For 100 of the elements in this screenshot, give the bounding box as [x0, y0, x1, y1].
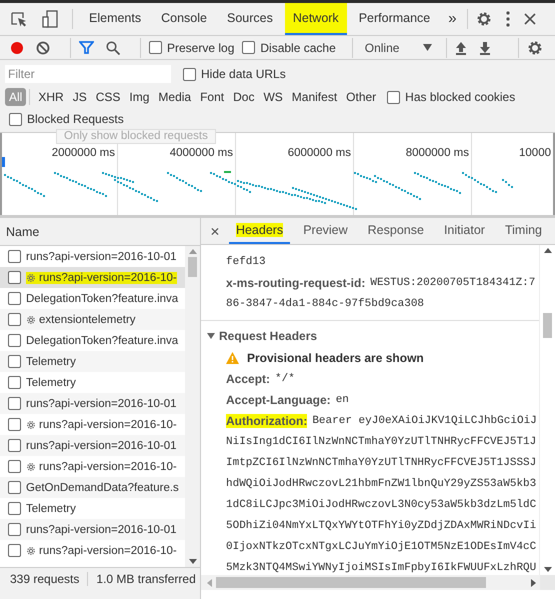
checkbox[interactable]: [149, 41, 162, 54]
request-name: runs?api-version=2016-10-: [39, 418, 177, 430]
detail-tab[interactable]: Response: [360, 218, 431, 244]
panel-tab[interactable]: Sources: [218, 3, 281, 35]
checkbox[interactable]: [387, 90, 400, 104]
gear-icon: [26, 420, 36, 430]
header-value: */*: [275, 372, 295, 384]
request-name: runs?api-version=2016-10-01: [26, 524, 177, 536]
detail-tab[interactable]: Headers: [228, 218, 290, 244]
device-icon[interactable]: [42, 10, 58, 28]
type-filter-button[interactable]: Img: [125, 88, 154, 106]
header-value: hdWQiOiJodHRwczovL21hbmFnZW1lbnQuY29yZS53aW5kb3: [226, 478, 536, 490]
request-name: runs?api-version=2016-10-: [39, 272, 177, 284]
clear-icon[interactable]: [36, 40, 50, 54]
filter-icon[interactable]: [79, 41, 94, 54]
request-row[interactable]: extensiontelemetry: [0, 309, 185, 330]
inspect-icon[interactable]: [10, 11, 28, 27]
header-value: ImtpZCI6IlNzWnNCTmhaY0YzUTlTNHRycFFCVEJ5T1JSSSJ: [226, 456, 536, 468]
close-icon[interactable]: [524, 13, 536, 25]
request-row[interactable]: runs?api-version=2016-10-: [0, 267, 185, 288]
upload-icon[interactable]: [455, 40, 468, 54]
scrollbar[interactable]: [539, 245, 555, 575]
header-name: Authorization:: [226, 414, 308, 428]
close-icon[interactable]: [211, 226, 219, 236]
header-value: NiIsIng1dCI6IlNzWnNCTmhaY0YzUTlTNHRycFFCVEJ5T1J: [226, 436, 536, 448]
checkbox[interactable]: [183, 68, 196, 80]
panel-tab[interactable]: Elements: [81, 3, 150, 35]
detail-tab[interactable]: Initiator: [436, 218, 492, 244]
request-row[interactable]: runs?api-version=2016-10-01: [0, 393, 185, 414]
type-filter-button[interactable]: WS: [259, 88, 287, 106]
panel-tab[interactable]: Network: [284, 3, 347, 35]
time-tick-label: 4000000 ms: [170, 147, 233, 159]
request-row[interactable]: runs?api-version=2016-10-01: [0, 435, 185, 456]
section-header[interactable]: Request Headers: [201, 325, 539, 347]
panel-tab[interactable]: Console: [153, 3, 215, 35]
scroll-down-icon[interactable]: [544, 567, 552, 572]
detail-tab[interactable]: Timing: [498, 218, 549, 244]
transferred-size: 1.0 MB transferred: [96, 572, 196, 586]
request-name: DelegationToken?feature.inva: [26, 334, 178, 346]
header-value: 1dC8iLCJpc3MiOiJodHRwczovL3N0cy53aW5kb3dzLm5ldC: [226, 498, 536, 510]
header-name: Accept:: [226, 372, 270, 386]
download-icon[interactable]: [479, 40, 492, 54]
scroll-up-icon[interactable]: [544, 248, 552, 253]
request-name: runs?api-version=2016-10-: [39, 460, 177, 472]
type-filter-button[interactable]: Doc: [229, 88, 258, 106]
gear-icon: [26, 546, 36, 556]
type-filter-button[interactable]: JS: [68, 88, 91, 106]
type-filter-button[interactable]: XHR: [34, 88, 68, 106]
search-icon[interactable]: [106, 40, 120, 54]
header-name: x-ms-routing-request-id:: [226, 276, 366, 290]
expand-arrow-icon[interactable]: [207, 332, 215, 340]
type-filter-button[interactable]: Other: [342, 88, 380, 106]
warning-icon: [226, 352, 239, 364]
throttling-dropdown[interactable]: Online: [360, 40, 404, 54]
header-value: 5Mzk3NTQ4MSwiYWNyIjoiMSIsImFpbyI6IkFWUUFxLzhRQU: [226, 562, 536, 574]
scrollbar-thumb[interactable]: [543, 313, 552, 338]
filter-field[interactable]: Filter: [5, 65, 171, 83]
request-name: DelegationToken?feature.inva: [26, 292, 178, 304]
header-value: 86-3847-4da1-884c-97f5bd9ca308: [226, 298, 424, 310]
header-value: WESTUS:20200705T184341Z:7: [370, 276, 536, 288]
checkbox[interactable]: [9, 112, 22, 126]
more-tabs-button[interactable]: »: [442, 3, 463, 35]
horizontal-scrollbar[interactable]: [201, 575, 555, 590]
scrollbar[interactable]: [185, 246, 200, 567]
request-name: runs?api-version=2016-10-01: [26, 440, 177, 452]
caret-icon[interactable]: [423, 44, 432, 51]
checkbox[interactable]: [242, 41, 256, 54]
checkbox-label: Disable cache: [260, 40, 336, 54]
scroll-down-icon[interactable]: [188, 559, 196, 564]
request-name: runs?api-version=2016-10-: [39, 544, 177, 556]
detail-tab[interactable]: Preview: [296, 218, 355, 244]
panel-tab[interactable]: Performance: [350, 3, 438, 35]
gear-icon: [26, 314, 36, 324]
settings-icon[interactable]: [476, 11, 492, 27]
record-icon[interactable]: [10, 40, 24, 54]
request-row[interactable]: GetOnDemandData?feature.s: [0, 477, 185, 498]
column-header[interactable]: Name: [6, 224, 40, 238]
request-row[interactable]: Telemetry: [0, 351, 185, 372]
type-filter-button[interactable]: CSS: [92, 88, 124, 106]
tooltip: Only show blocked requests: [56, 129, 216, 144]
checkbox-label: Preserve log: [167, 40, 234, 54]
warning-text: Provisional headers are shown: [247, 350, 424, 364]
kebab-menu-icon[interactable]: [506, 11, 510, 27]
type-filter-button[interactable]: Manifest: [288, 88, 342, 106]
scroll-right-icon[interactable]: [531, 578, 536, 586]
header-name: Accept-Language:: [226, 392, 331, 406]
scrollbar-thumb[interactable]: [216, 577, 486, 588]
request-row[interactable]: runs?api-version=2016-10-01: [0, 519, 185, 540]
request-name: extensiontelemetry: [39, 314, 136, 326]
time-tick-label: 6000000 ms: [288, 147, 351, 159]
settings-icon[interactable]: [527, 40, 543, 56]
request-name: Telemetry: [26, 356, 76, 368]
gear-icon: [26, 272, 36, 282]
type-filter-button[interactable]: Font: [196, 88, 228, 106]
request-name: Telemetry: [26, 502, 76, 514]
time-tick-label: 2000000 ms: [52, 147, 115, 159]
request-count: 339 requests: [10, 572, 80, 586]
header-value: 5ODhiZi04NmYxLTQxYWYtOTFhYi0yZDdjZDAxMWRiNDcvIi: [226, 520, 536, 532]
scrollbar-thumb[interactable]: [188, 257, 197, 277]
type-filter-button[interactable]: Media: [154, 88, 196, 106]
